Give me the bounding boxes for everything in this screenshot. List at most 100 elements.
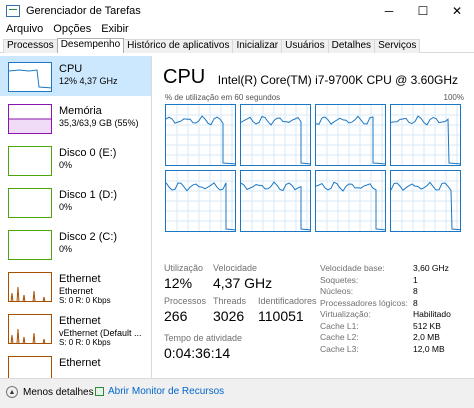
cpu-panel: CPU Intel(R) Core(TM) i7-9700K CPU @ 3.6… <box>153 56 474 378</box>
uptime-value: 0:04:36:14 <box>164 345 231 361</box>
graph-max-label: 100% <box>443 93 464 102</box>
uptime-label: Tempo de atividade <box>164 333 243 343</box>
menu-bar: Arquivo Opções Exibir <box>0 22 133 37</box>
velocidade-value: 4,37 GHz <box>213 275 273 291</box>
spec-value: 12,0 MB <box>413 343 445 354</box>
sidebar-item-subtitle: Ethernet <box>59 286 94 296</box>
resource-monitor-icon <box>95 387 104 396</box>
sidebar-item-title: Disco 1 (D:) <box>59 189 118 201</box>
sidebar-thumbnail <box>8 104 52 134</box>
menu-exibir[interactable]: Exibir <box>95 22 133 37</box>
spec-label: Cache L1: <box>320 320 359 331</box>
core-graph <box>240 104 311 166</box>
menu-opcoes[interactable]: Opções <box>47 22 95 37</box>
threads-label: Threads <box>213 296 247 306</box>
sidebar-thumbnail <box>8 188 52 218</box>
spec-value: 8 <box>413 286 418 296</box>
sidebar-item-title: CPU <box>59 63 83 75</box>
sidebar-thumbnail <box>8 356 52 378</box>
spec-label: Velocidade base: <box>320 263 385 273</box>
spec-value: Habilitado <box>413 309 451 319</box>
sidebar-item-title: Disco 0 (E:) <box>59 147 117 159</box>
sidebar-thumbnail <box>8 146 52 176</box>
spec-label: Virtualização: <box>320 309 371 319</box>
sidebar-item[interactable]: Disco 1 (D:) 0% <box>0 182 151 222</box>
sidebar-item-subtitle: 35,3/63,9 GB (55%) <box>59 118 139 128</box>
sidebar-item[interactable]: Disco 0 (E:) 0% <box>0 140 151 180</box>
sidebar-item[interactable]: Ethernet <box>0 350 151 378</box>
processos-label: Processos <box>164 296 207 306</box>
sidebar-item[interactable]: CPU 12% 4,37 GHz <box>0 56 151 96</box>
sidebar-item[interactable]: Ethernet vEthernet (Default ... S: 0 R: 0 … <box>0 308 151 348</box>
tab-inicializar[interactable]: Inicializar <box>232 39 283 53</box>
processos-value: 266 <box>164 308 188 324</box>
tab-desempenho[interactable]: Desempenho <box>56 38 125 53</box>
threads-value: 3026 <box>213 308 245 324</box>
sidebar-item-subtitle: vEthernet (Default ... <box>59 328 142 338</box>
graph-caption: % de utilização em 60 segundos <box>165 93 281 102</box>
cpu-model: Intel(R) Core(TM) i7-9700K CPU @ 3.60GHz <box>217 73 458 87</box>
tab-bar: Processos Desempenho Histórico de aplica… <box>0 38 474 53</box>
title-bar: Gerenciador de Tarefas ─ ☐ ✕ <box>0 0 474 22</box>
footer-bar: ▲ Menos detalhes Abrir Monitor de Recurs… <box>0 378 474 408</box>
core-graph <box>165 170 236 232</box>
spec-label: Núcleos: <box>320 286 354 296</box>
sidebar-thumbnail <box>8 62 52 92</box>
spec-value: 3,60 GHz <box>413 263 449 273</box>
core-graph <box>390 170 461 232</box>
spec-label: Cache L3: <box>320 343 359 354</box>
resource-sidebar: CPU 12% 4,37 GHz Memória 35,3/63,9 GB (55%)… <box>0 56 152 378</box>
sidebar-item-subtitle: 0% <box>59 244 73 254</box>
sidebar-item-title: Ethernet <box>59 273 101 285</box>
sidebar-item-title: Ethernet <box>59 357 101 369</box>
tab-detalhes[interactable]: Detalhes <box>327 39 376 53</box>
menu-arquivo[interactable]: Arquivo <box>0 22 47 37</box>
tab-processos[interactable]: Processos <box>3 39 58 53</box>
less-details-label: Menos detalhes <box>23 386 94 398</box>
task-manager-icon <box>6 5 20 17</box>
sidebar-item-title: Memória <box>59 105 102 117</box>
minimize-button[interactable]: ─ <box>372 0 406 22</box>
close-button[interactable]: ✕ <box>440 0 474 22</box>
velocidade-label: Velocidade <box>213 263 258 273</box>
spec-value: 1 <box>413 274 418 285</box>
tab-historico[interactable]: Histórico de aplicativos <box>123 39 234 53</box>
spec-label: Soquetes: <box>320 274 359 285</box>
core-graph <box>315 104 386 166</box>
sidebar-item[interactable]: Memória 35,3/63,9 GB (55%) <box>0 98 151 138</box>
core-graph <box>240 170 311 232</box>
identificadores-label: Identificadores <box>258 296 317 306</box>
sidebar-item[interactable]: Disco 2 (C:) 0% <box>0 224 151 264</box>
sidebar-item-subtitle: 0% <box>59 202 73 212</box>
spec-label: Processadores lógicos: <box>320 297 408 308</box>
utilizacao-value: 12% <box>164 275 193 291</box>
tab-servicos[interactable]: Serviços <box>374 39 421 53</box>
resource-monitor-label: Abrir Monitor de Recursos <box>108 386 225 397</box>
chevron-up-icon: ▲ <box>6 386 18 398</box>
sidebar-item-detail: S: 0 R: 0 Kbps <box>59 338 111 347</box>
less-details-button[interactable]: ▲ Menos detalhes <box>6 386 94 398</box>
sidebar-item-title: Disco 2 (C:) <box>59 231 118 243</box>
sidebar-thumbnail <box>8 272 52 302</box>
core-graph <box>390 104 461 166</box>
sidebar-item-title: Ethernet <box>59 315 101 327</box>
spec-value: 8 <box>413 297 418 308</box>
sidebar-thumbnail <box>8 230 52 260</box>
sidebar-item-subtitle: 0% <box>59 160 73 170</box>
identificadores-value: 110051 <box>258 308 304 324</box>
core-graph <box>165 104 236 166</box>
panel-title: CPU <box>163 66 206 88</box>
sidebar-item-subtitle: 12% 4,37 GHz <box>59 76 118 86</box>
spec-value: 2,0 MB <box>413 332 440 342</box>
utilizacao-label: Utilização <box>164 263 204 273</box>
sidebar-item-detail: S: 0 R: 0 Kbps <box>59 296 111 305</box>
spec-value: 512 KB <box>413 320 441 331</box>
tab-usuarios[interactable]: Usuários <box>281 39 329 53</box>
sidebar-thumbnail <box>8 314 52 344</box>
core-graph <box>315 170 386 232</box>
resource-monitor-link[interactable]: Abrir Monitor de Recursos <box>95 386 224 397</box>
spec-label: Cache L2: <box>320 332 359 342</box>
window-title: Gerenciador de Tarefas <box>26 5 141 17</box>
maximize-button[interactable]: ☐ <box>406 0 440 22</box>
sidebar-item[interactable]: Ethernet Ethernet S: 0 R: 0 Kbps <box>0 266 151 306</box>
